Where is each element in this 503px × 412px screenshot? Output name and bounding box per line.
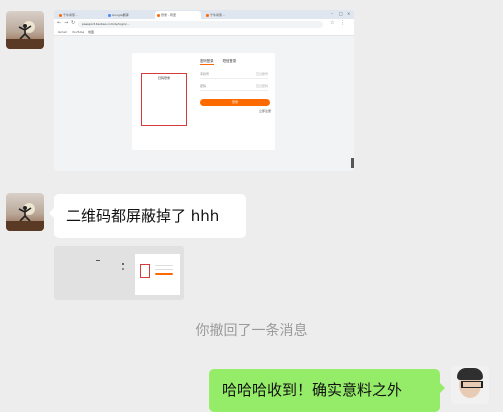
tab-sms-login: 短信登录 (222, 59, 237, 63)
browser-toolbar: ← → ↻ passport.taobao.com/iv/login/... ☆… (54, 19, 354, 29)
qr-title: 扫码登录 (157, 76, 170, 80)
browser-tab-active: 登录 - 阿里 (155, 11, 201, 19)
star-icon: ☆ (330, 20, 335, 26)
contact-avatar[interactable] (6, 193, 44, 231)
bookmark-maps: 地图 (88, 30, 95, 34)
reload-icon: ↻ (71, 20, 76, 26)
thumbnail-page (135, 254, 180, 295)
contact-avatar[interactable] (6, 11, 44, 49)
bookmark-gmail: Gmail (58, 30, 67, 34)
menu-icon: ⋮ (340, 20, 345, 26)
image-message-screenshot[interactable]: 千牛商家... Google翻译 登录 - 阿里 千牛商家... – □ × ←… (54, 10, 354, 171)
back-icon: ← (57, 20, 62, 26)
forward-icon: → (64, 20, 69, 26)
login-page: 扫码登录 密码登录 短信登录 手机号 忘记账号 密码 忘记密码 登录 立即注册 (54, 36, 354, 171)
my-avatar[interactable] (451, 366, 489, 404)
browser-tab: Google翻译 (106, 11, 152, 19)
tab-password-login: 密码登录 (200, 59, 214, 65)
bookmark-youtube: YouTube (72, 30, 85, 34)
login-card: 扫码登录 密码登录 短信登录 手机号 忘记账号 密码 忘记密码 登录 立即注册 (132, 53, 275, 150)
message-bubble-incoming[interactable]: 二维码都屏蔽掉了 hhh (49, 194, 246, 238)
password-field: 密码 忘记密码 (200, 83, 268, 91)
browser-tabbar: 千牛商家... Google翻译 登录 - 阿里 千牛商家... – □ × (54, 10, 354, 19)
maximize-icon: □ (339, 11, 343, 16)
qr-code-blocked-area: 扫码登录 (141, 73, 187, 126)
close-icon: × (347, 11, 351, 16)
image-message-thumbnail[interactable] (54, 246, 184, 300)
browser-tab: 千牛商家... (57, 11, 103, 19)
login-button: 登录 (200, 99, 270, 106)
login-tabs: 密码登录 短信登录 (200, 58, 244, 65)
glasses-icon (461, 381, 483, 388)
browser-tab: 千牛商家... (204, 11, 250, 19)
scrollbar-handle (351, 158, 354, 168)
message-bubble-outgoing[interactable]: 哈哈哈收到！确实意料之外 (209, 369, 445, 412)
register-link: 立即注册 (259, 109, 272, 113)
minimize-icon: – (331, 11, 333, 16)
account-field: 手机号 忘记账号 (200, 71, 268, 79)
address-bar: passport.taobao.com/iv/login/... (78, 20, 323, 28)
bookmarks-bar: Gmail YouTube 地图 (54, 29, 354, 36)
recall-notice: 你撤回了一条消息 (195, 323, 308, 339)
